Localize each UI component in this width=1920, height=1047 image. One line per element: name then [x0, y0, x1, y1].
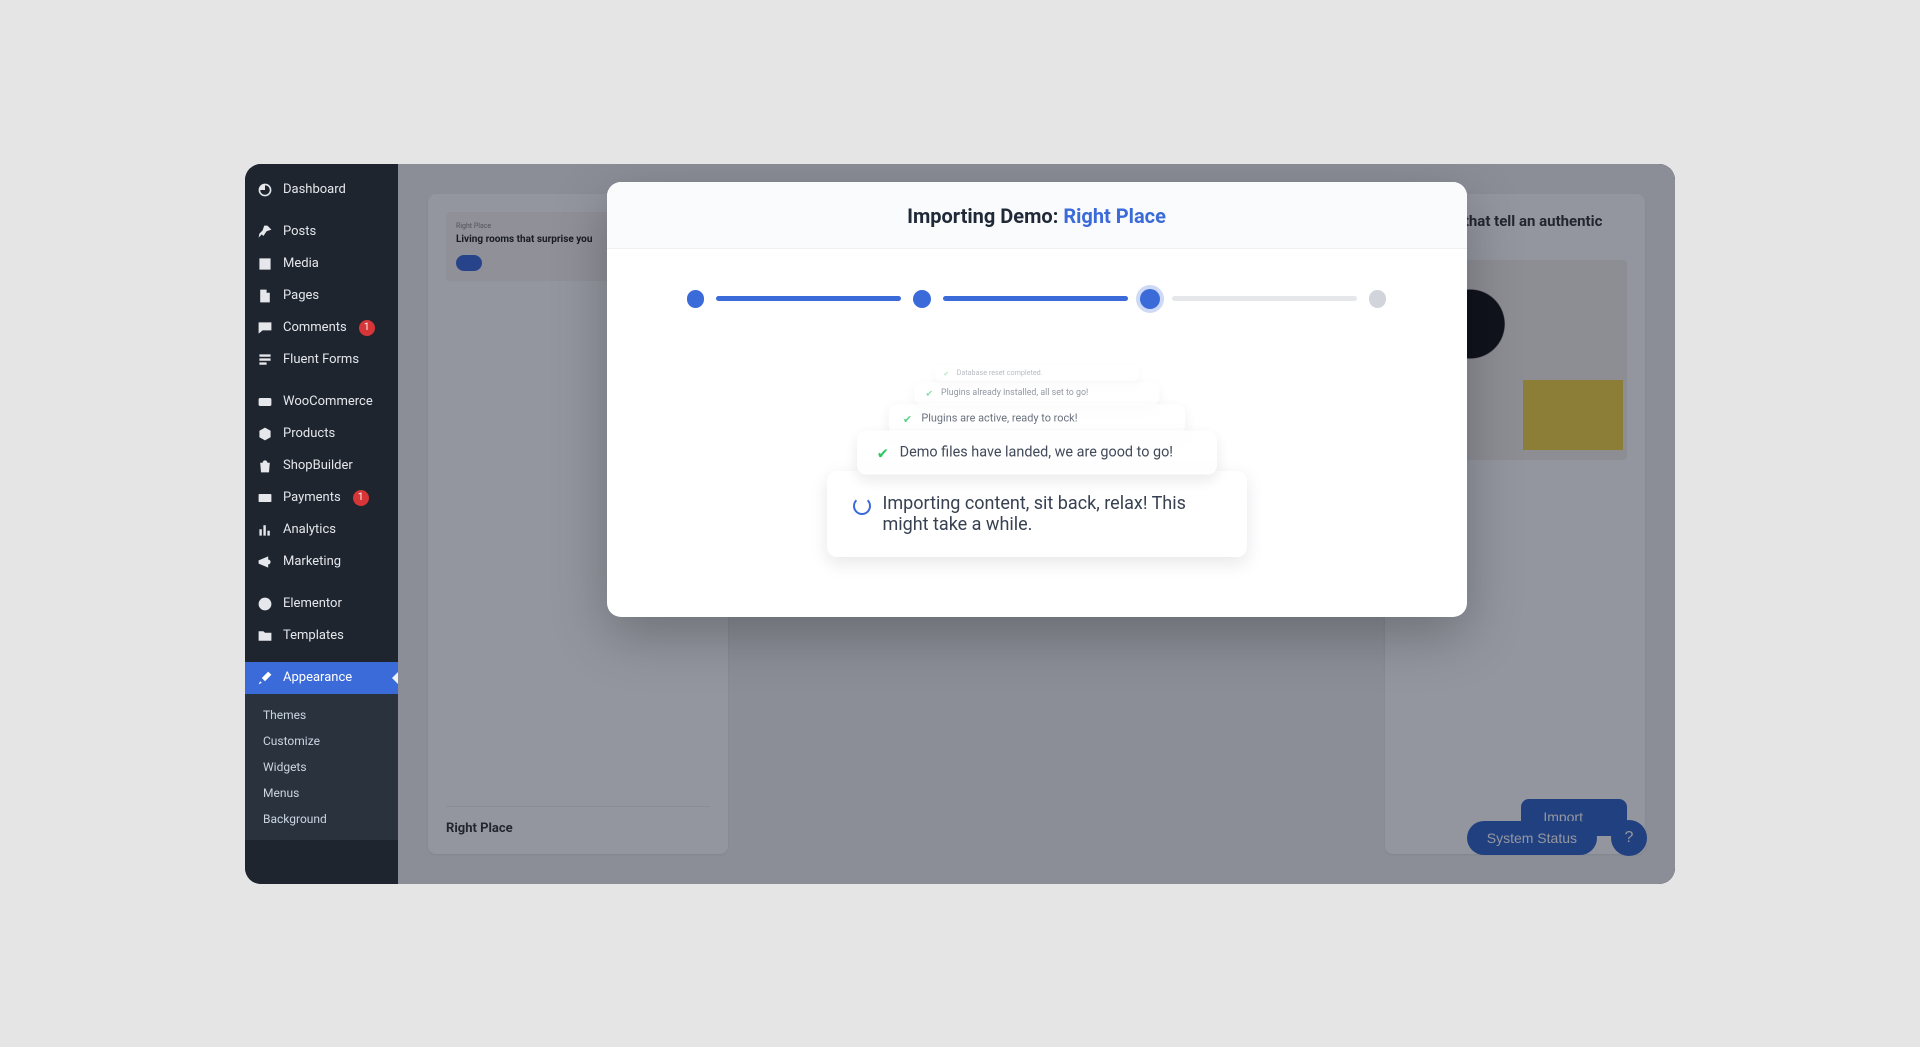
form-icon [257, 352, 273, 368]
log-text: Plugins are active, ready to rock! [921, 411, 1077, 423]
check-icon: ✔ [902, 413, 911, 425]
log-item: ✔ Demo files have landed, we are good to… [857, 430, 1217, 474]
brush-icon [257, 670, 273, 686]
admin-sidebar: Dashboard Posts Media Pages Comments 1 F… [245, 164, 398, 884]
submenu-item-customize[interactable]: Customize [245, 728, 398, 754]
submenu-item-widgets[interactable]: Widgets [245, 754, 398, 780]
sidebar-item-comments[interactable]: Comments 1 [245, 312, 398, 344]
log-item: ✔ Database reset completed. [935, 364, 1139, 381]
megaphone-icon [257, 554, 273, 570]
sidebar-item-label: Marketing [283, 554, 341, 569]
sidebar-item-label: ShopBuilder [283, 458, 353, 473]
step-dot-2 [913, 290, 931, 308]
bag-icon [257, 458, 273, 474]
sidebar-item-shopbuilder[interactable]: ShopBuilder [245, 450, 398, 482]
step-dot-4 [1369, 290, 1387, 308]
sidebar-item-templates[interactable]: Templates [245, 620, 398, 652]
sidebar-item-woocommerce[interactable]: WooCommerce [245, 386, 398, 418]
comments-badge: 1 [359, 320, 375, 336]
log-text: Plugins already installed, all set to go… [941, 387, 1088, 397]
content-area: Right Place Living rooms that surprise y… [398, 164, 1675, 884]
folder-icon [257, 628, 273, 644]
product-icon [257, 426, 273, 442]
sidebar-item-label: Analytics [283, 522, 336, 537]
sidebar-item-label: Appearance [283, 670, 352, 685]
step-bar-1 [716, 296, 901, 301]
modal-title: Importing Demo: Right Place [607, 182, 1467, 249]
pin-icon [257, 224, 273, 240]
step-bar-2 [943, 296, 1128, 301]
step-dot-1 [687, 290, 705, 308]
dashboard-icon [257, 182, 273, 198]
sidebar-item-label: Products [283, 426, 335, 441]
step-dot-3 [1140, 289, 1160, 309]
sidebar-item-label: Fluent Forms [283, 352, 359, 367]
submenu-item-menus[interactable]: Menus [245, 780, 398, 806]
log-text: Database reset completed. [956, 368, 1042, 376]
sidebar-item-label: Comments [283, 320, 347, 335]
sidebar-item-posts[interactable]: Posts [245, 216, 398, 248]
log-item: ✔ Plugins are active, ready to rock! [888, 404, 1184, 434]
sidebar-item-fluent-forms[interactable]: Fluent Forms [245, 344, 398, 376]
spinner-icon [853, 497, 871, 515]
woo-icon [257, 394, 273, 410]
appearance-submenu: Themes Customize Widgets Menus Backgroun… [245, 694, 398, 840]
submenu-item-themes[interactable]: Themes [245, 702, 398, 728]
sidebar-item-elementor[interactable]: Elementor [245, 588, 398, 620]
analytics-icon [257, 522, 273, 538]
log-text: Importing content, sit back, relax! This… [883, 493, 1221, 535]
sidebar-item-dashboard[interactable]: Dashboard [245, 174, 398, 206]
app-window: Dashboard Posts Media Pages Comments 1 F… [245, 164, 1675, 884]
modal-title-prefix: Importing Demo: [907, 204, 1063, 228]
sidebar-item-label: Pages [283, 288, 319, 303]
log-text: Demo files have landed, we are good to g… [899, 443, 1172, 460]
sidebar-item-products[interactable]: Products [245, 418, 398, 450]
sidebar-item-appearance[interactable]: Appearance [245, 662, 398, 694]
step-bar-3 [1172, 296, 1357, 301]
import-log: ✔ Database reset completed. ✔ Plugins al… [607, 329, 1467, 577]
sidebar-item-label: Payments [283, 490, 341, 505]
sidebar-item-payments[interactable]: Payments 1 [245, 482, 398, 514]
comment-icon [257, 320, 273, 336]
progress-steps [607, 249, 1467, 329]
sidebar-item-analytics[interactable]: Analytics [245, 514, 398, 546]
sidebar-item-label: Media [283, 256, 319, 271]
payment-icon [257, 490, 273, 506]
sidebar-item-label: WooCommerce [283, 394, 373, 409]
submenu-item-background[interactable]: Background [245, 806, 398, 832]
check-icon: ✔ [943, 369, 949, 377]
sidebar-item-label: Templates [283, 628, 344, 643]
sidebar-item-label: Elementor [283, 596, 342, 611]
payments-badge: 1 [353, 490, 369, 506]
pages-icon [257, 288, 273, 304]
modal-demo-name: Right Place [1063, 204, 1166, 228]
check-icon: ✔ [925, 389, 932, 399]
import-modal: Importing Demo: Right Place ✔ Database r… [607, 182, 1467, 617]
sidebar-item-label: Dashboard [283, 182, 346, 197]
check-icon: ✔ [876, 444, 888, 461]
log-item-current: Importing content, sit back, relax! This… [827, 471, 1247, 557]
sidebar-item-media[interactable]: Media [245, 248, 398, 280]
sidebar-item-label: Posts [283, 224, 316, 239]
sidebar-item-pages[interactable]: Pages [245, 280, 398, 312]
elementor-icon [257, 596, 273, 612]
sidebar-item-marketing[interactable]: Marketing [245, 546, 398, 578]
media-icon [257, 256, 273, 272]
log-item: ✔ Plugins already installed, all set to … [914, 382, 1159, 404]
